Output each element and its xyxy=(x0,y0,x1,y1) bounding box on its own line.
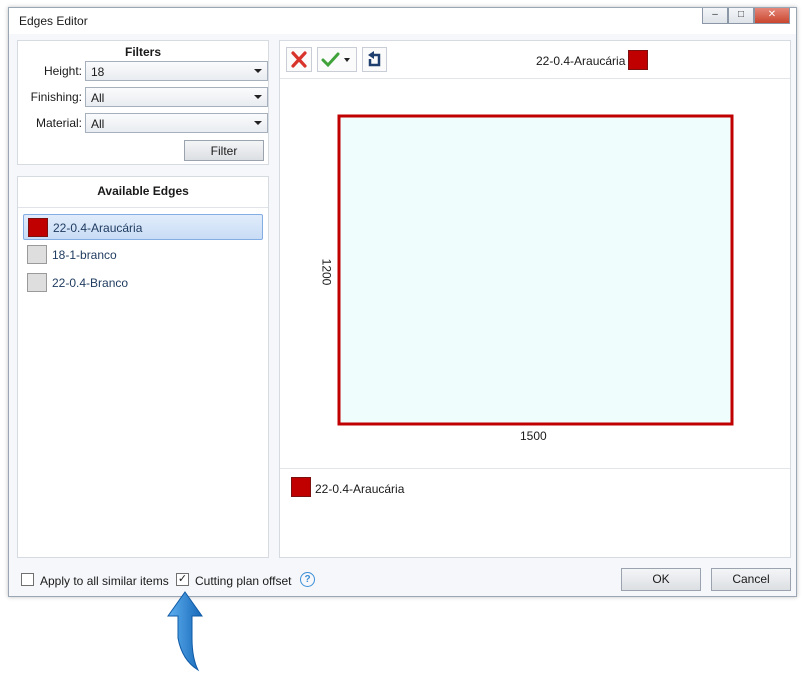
edge-color-swatch xyxy=(28,218,48,237)
help-icon[interactable]: ? xyxy=(300,572,315,587)
chevron-down-icon xyxy=(254,121,262,125)
cancel-button[interactable]: Cancel xyxy=(711,568,791,591)
available-edges-panel: Available Edges 22-0.4-Araucária 18-1-bra… xyxy=(17,176,269,558)
height-label: Height: xyxy=(43,64,82,78)
edge-list-item[interactable]: 18-1-branco xyxy=(23,242,263,268)
edges-editor-window: Edges Editor – □ ✕ Filters Height: 18 Fi… xyxy=(8,7,797,597)
minimize-icon[interactable]: – xyxy=(702,8,728,24)
apply-dropdown-button[interactable] xyxy=(317,47,357,72)
apply-all-label[interactable]: Apply to all similar items xyxy=(40,574,169,588)
piece-rectangle[interactable] xyxy=(337,114,734,426)
close-icon[interactable]: ✕ xyxy=(754,8,790,24)
finishing-label: Finishing: xyxy=(30,90,82,104)
title-bar: Edges Editor – □ ✕ xyxy=(9,8,796,34)
edge-color-swatch xyxy=(27,273,47,292)
material-select[interactable]: All xyxy=(85,113,268,133)
rotate-icon xyxy=(368,51,381,67)
edge-list-item[interactable]: 22-0.4-Araucária xyxy=(23,214,263,240)
filters-title: Filters xyxy=(124,45,161,59)
available-edges-title: Available Edges xyxy=(18,177,268,208)
filter-button[interactable]: Filter xyxy=(184,140,264,161)
filters-panel: Filters Height: 18 Finishing: All Materi… xyxy=(17,40,269,165)
height-dimension-label: 1200 xyxy=(319,258,334,286)
edge-preview-canvas xyxy=(337,114,734,426)
green-check-icon xyxy=(321,52,350,68)
legend-divider xyxy=(280,468,790,469)
edge-list-item[interactable]: 22-0.4-Branco xyxy=(23,270,263,296)
legend-label: 22-0.4-Araucária xyxy=(315,482,405,496)
cutting-plan-offset-checkbox[interactable]: ✓ xyxy=(176,573,189,586)
current-edge-swatch xyxy=(628,50,648,70)
chevron-down-icon xyxy=(254,69,262,73)
edge-color-swatch xyxy=(27,245,47,264)
preview-panel: 22-0.4-Araucária 1500 1200 22-0.4-Araucá… xyxy=(279,40,791,558)
red-x-icon xyxy=(291,51,307,68)
edge-label: 18-1-branco xyxy=(52,248,117,262)
ok-button[interactable]: OK xyxy=(621,568,701,591)
maximize-icon[interactable]: □ xyxy=(728,8,754,24)
edge-label: 22-0.4-Branco xyxy=(52,276,129,290)
remove-button[interactable] xyxy=(286,47,312,72)
apply-all-checkbox[interactable] xyxy=(21,573,34,586)
window-title: Edges Editor xyxy=(19,14,88,28)
current-edge-label: 22-0.4-Araucária xyxy=(536,54,626,68)
chevron-down-icon xyxy=(254,95,262,99)
edge-label: 22-0.4-Araucária xyxy=(53,221,143,235)
height-select[interactable]: 18 xyxy=(85,61,268,81)
legend-swatch xyxy=(291,477,311,497)
rotate-button[interactable] xyxy=(362,47,387,72)
material-label: Material: xyxy=(35,116,82,130)
finishing-select[interactable]: All xyxy=(85,87,268,107)
blue-arrow-up-icon xyxy=(167,591,203,672)
cutting-plan-offset-label[interactable]: Cutting plan offset xyxy=(195,574,292,588)
width-dimension-label: 1500 xyxy=(520,429,547,443)
